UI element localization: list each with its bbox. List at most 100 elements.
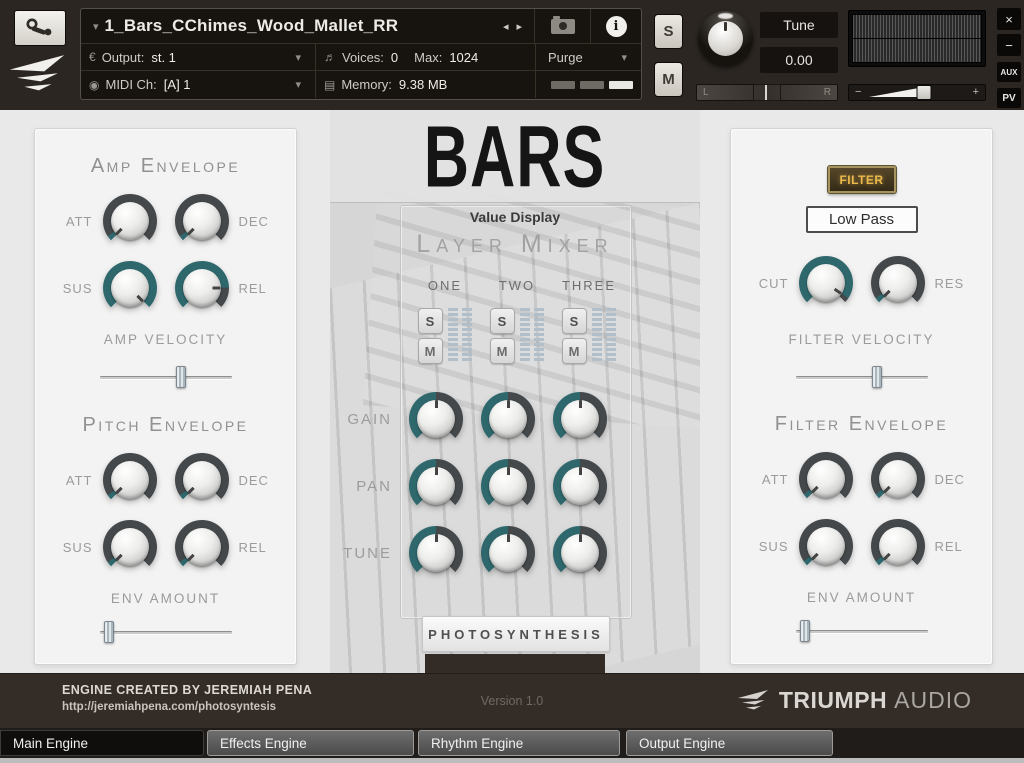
pan-knob-layer-three[interactable]: [553, 459, 607, 513]
output-select[interactable]: € Output: st. 1 ▾: [81, 44, 316, 70]
solo-mute-row: S M S M S M: [409, 308, 625, 364]
layer-one-solo-button[interactable]: S: [418, 308, 443, 334]
pan-label: PAN: [338, 478, 400, 495]
pitch-attack-knob[interactable]: [103, 453, 157, 507]
stereo-level-meter: [848, 10, 986, 67]
filter-attack-knob[interactable]: [799, 452, 853, 506]
pitch-decay-knob[interactable]: [175, 453, 229, 507]
snapshot-camera-button[interactable]: [535, 9, 591, 43]
amp-sustain-knob[interactable]: [103, 261, 157, 315]
instrument-title-dropdown[interactable]: ▾ 1_Bars_CChimes_Wood_Mallet_RR ◂ ▸: [81, 9, 535, 43]
master-tune-knob[interactable]: [698, 11, 753, 66]
filter-velocity-slider[interactable]: [796, 366, 928, 388]
filter-cutoff-knob[interactable]: [799, 256, 853, 310]
camera-icon: [551, 19, 575, 34]
layer-one-mute-button[interactable]: M: [418, 338, 443, 364]
tab-effects-engine[interactable]: Effects Engine: [207, 730, 414, 756]
close-button[interactable]: ×: [997, 8, 1021, 30]
pitch-sustain-knob[interactable]: [103, 520, 157, 574]
filter-decay-knob[interactable]: [871, 452, 925, 506]
amp-velocity-slider[interactable]: [100, 366, 232, 388]
photosynthesis-button[interactable]: PHOTOSYNTHESIS: [422, 616, 610, 652]
tune-knob-layer-three[interactable]: [553, 526, 607, 580]
max-voices-label: Max:: [414, 50, 442, 65]
tune-value: 0.00: [760, 47, 838, 73]
amp-rel-label: REL: [229, 281, 276, 296]
layer-one-solo-mute: S M: [409, 308, 481, 364]
filter-velocity-label: FILTER VELOCITY: [788, 332, 934, 347]
pitch-env-amount-label: ENV AMOUNT: [111, 591, 220, 606]
amp-decay-knob[interactable]: [175, 194, 229, 248]
filter-resonance-knob[interactable]: [871, 256, 925, 310]
filter-enable-button[interactable]: FILTER: [828, 166, 896, 193]
gain-knob-layer-two[interactable]: [481, 392, 535, 446]
mute-button[interactable]: M: [654, 62, 683, 97]
prev-instrument-icon[interactable]: ◂: [503, 20, 509, 33]
purge-menu[interactable]: Purge ▾: [536, 44, 641, 70]
gain-knob-layer-three[interactable]: [553, 392, 607, 446]
pan-slider[interactable]: L R: [696, 84, 838, 101]
layer-three-solo-button[interactable]: S: [562, 308, 587, 334]
gain-knob-layer-one[interactable]: [409, 392, 463, 446]
pan-knob-layer-one[interactable]: [409, 459, 463, 513]
instrument-title: 1_Bars_CChimes_Wood_Mallet_RR: [105, 16, 399, 36]
memory-readout: ▤ Memory: 9.38 MB: [316, 71, 536, 98]
filter-release-knob[interactable]: [871, 519, 925, 573]
tune-knob-layer-two[interactable]: [481, 526, 535, 580]
tune-knob-layer-one[interactable]: [409, 526, 463, 580]
pitch-env-amount-slider[interactable]: [100, 621, 232, 643]
amp-attack-knob[interactable]: [103, 194, 157, 248]
layer-three-level-meter: [592, 308, 617, 361]
pv-button[interactable]: PV: [997, 88, 1021, 108]
filter-rel-label: REL: [925, 539, 972, 554]
layer-two-label: TWO: [481, 278, 553, 293]
layer-three-mute-button[interactable]: M: [562, 338, 587, 364]
solo-button[interactable]: S: [654, 14, 683, 49]
layer-three-solo-mute: S M: [553, 308, 625, 364]
volume-minus-label: −: [855, 86, 861, 98]
wrench-edit-button[interactable]: [14, 10, 66, 46]
layer-two-solo-button[interactable]: S: [490, 308, 515, 334]
minimize-button[interactable]: −: [997, 34, 1021, 56]
filter-panel: FILTER Low Pass CUT RES FILTER VELOCITY …: [730, 128, 993, 665]
tab-rhythm-engine[interactable]: Rhythm Engine: [418, 730, 620, 756]
filter-env-amount-slider[interactable]: [796, 620, 928, 642]
volume-slider[interactable]: − +: [848, 84, 986, 101]
output-dropdown-icon: ▾: [295, 51, 301, 64]
amp-release-knob[interactable]: [175, 261, 229, 315]
pan-knob-layer-two[interactable]: [481, 459, 535, 513]
purge-dropdown-icon: ▾: [621, 51, 627, 64]
purge-load-meter: [536, 71, 641, 98]
tune-label: TUNE: [338, 545, 400, 562]
tab-main-engine[interactable]: Main Engine: [0, 730, 204, 756]
aux-button[interactable]: AUX: [997, 62, 1021, 82]
pitch-rel-label: REL: [229, 540, 276, 555]
next-instrument-icon[interactable]: ▸: [516, 20, 522, 33]
filter-type-select[interactable]: Low Pass: [806, 206, 918, 233]
midi-channel-select[interactable]: ◉ MIDI Ch: [A] 1 ▾: [81, 71, 316, 98]
midi-channel-value: [A] 1: [164, 77, 191, 92]
triumph-wing-icon: [736, 689, 770, 713]
midi-dropdown-icon: ▾: [295, 78, 301, 91]
engine-tab-bar: Main Engine Effects Engine Rhythm Engine…: [0, 728, 1024, 758]
filter-dec-label: DEC: [925, 472, 972, 487]
pan-row: PAN: [338, 459, 690, 513]
tab-output-engine[interactable]: Output Engine: [626, 730, 833, 756]
instrument-header: ▾ 1_Bars_CChimes_Wood_Mallet_RR ◂ ▸ i € …: [0, 0, 1024, 110]
filter-env-amount-label: ENV AMOUNT: [807, 590, 916, 605]
pitch-att-label: ATT: [56, 473, 103, 488]
amp-pitch-panel: Amp Envelope ATT DEC SUS REL AMP VELOCIT…: [34, 128, 297, 665]
tune-row: TUNE: [338, 526, 690, 580]
photosynthesis-tab-bar: [425, 654, 605, 673]
midi-channel-label: MIDI Ch:: [105, 77, 156, 92]
purge-label: Purge: [548, 50, 583, 65]
info-button[interactable]: i: [591, 9, 641, 43]
layer-two-mute-button[interactable]: M: [490, 338, 515, 364]
layer-three-label: THREE: [553, 278, 625, 293]
max-voices-value: 1024: [449, 50, 478, 65]
pitch-release-knob[interactable]: [175, 520, 229, 574]
pitch-dec-label: DEC: [229, 473, 276, 488]
filter-sus-label: SUS: [752, 539, 799, 554]
page-title: BARS: [424, 112, 605, 199]
filter-sustain-knob[interactable]: [799, 519, 853, 573]
